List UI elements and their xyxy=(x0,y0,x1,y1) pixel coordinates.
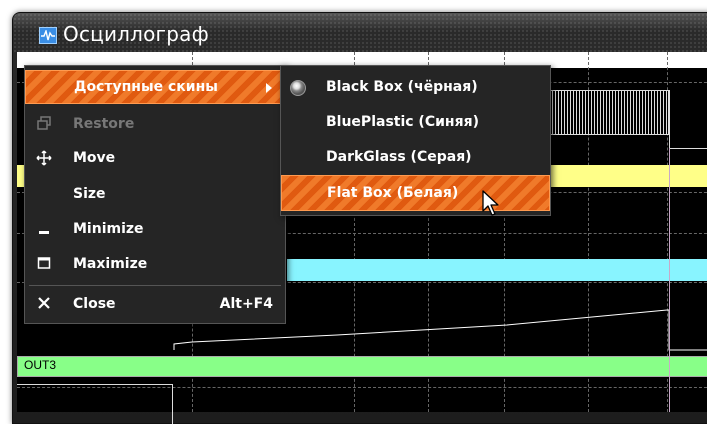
grid-line xyxy=(17,387,707,388)
menu-item-minimize[interactable]: Minimize xyxy=(25,213,285,247)
menu-item-available-skins[interactable]: Доступные скины xyxy=(25,70,285,104)
skin-option-black-box[interactable]: Black Box (чёрная) xyxy=(281,70,550,106)
signal-trace xyxy=(669,90,670,148)
menu-item-move[interactable]: Move xyxy=(25,142,285,176)
channel-label: OUT3 xyxy=(24,358,57,372)
signal-trace xyxy=(172,384,173,424)
maximize-icon xyxy=(35,256,53,274)
oscilloscope-icon[interactable] xyxy=(39,27,57,44)
submenu-arrow-icon xyxy=(266,83,272,93)
time-marker[interactable] xyxy=(669,148,670,412)
menu-item-size[interactable]: Size xyxy=(25,178,285,212)
skin-option-darkglass[interactable]: DarkGlass (Серая) xyxy=(281,140,550,176)
cyan-signal-band xyxy=(287,259,707,281)
menu-item-restore[interactable]: Restore xyxy=(25,108,285,142)
window-title: Осциллограф xyxy=(63,22,209,46)
menu-separator xyxy=(29,285,281,286)
signal-trace xyxy=(669,148,707,149)
minimize-icon xyxy=(35,221,53,239)
restore-icon xyxy=(35,116,53,134)
menu-item-maximize[interactable]: Maximize xyxy=(25,248,285,282)
system-context-menu: Доступные скины Restore Move Size Minimi… xyxy=(24,65,286,324)
close-shortcut: Alt+F4 xyxy=(219,296,273,312)
menu-item-close[interactable]: Close Alt+F4 xyxy=(25,288,285,322)
skins-submenu: Black Box (чёрная) BluePlastic (Синяя) D… xyxy=(280,65,551,216)
signal-trace xyxy=(17,384,172,385)
title-bar[interactable]: Осциллограф xyxy=(13,13,707,53)
skin-option-flat-box[interactable]: Flat Box (Белая) xyxy=(281,175,550,211)
close-icon xyxy=(35,296,53,314)
skin-option-blueplastic[interactable]: BluePlastic (Синяя) xyxy=(281,105,550,141)
mouse-pointer-icon xyxy=(482,190,499,216)
clock-signal-trace xyxy=(542,90,669,135)
radio-selected-icon xyxy=(290,80,306,96)
out3-channel-band[interactable]: OUT3 xyxy=(17,356,707,377)
move-icon xyxy=(35,150,53,168)
